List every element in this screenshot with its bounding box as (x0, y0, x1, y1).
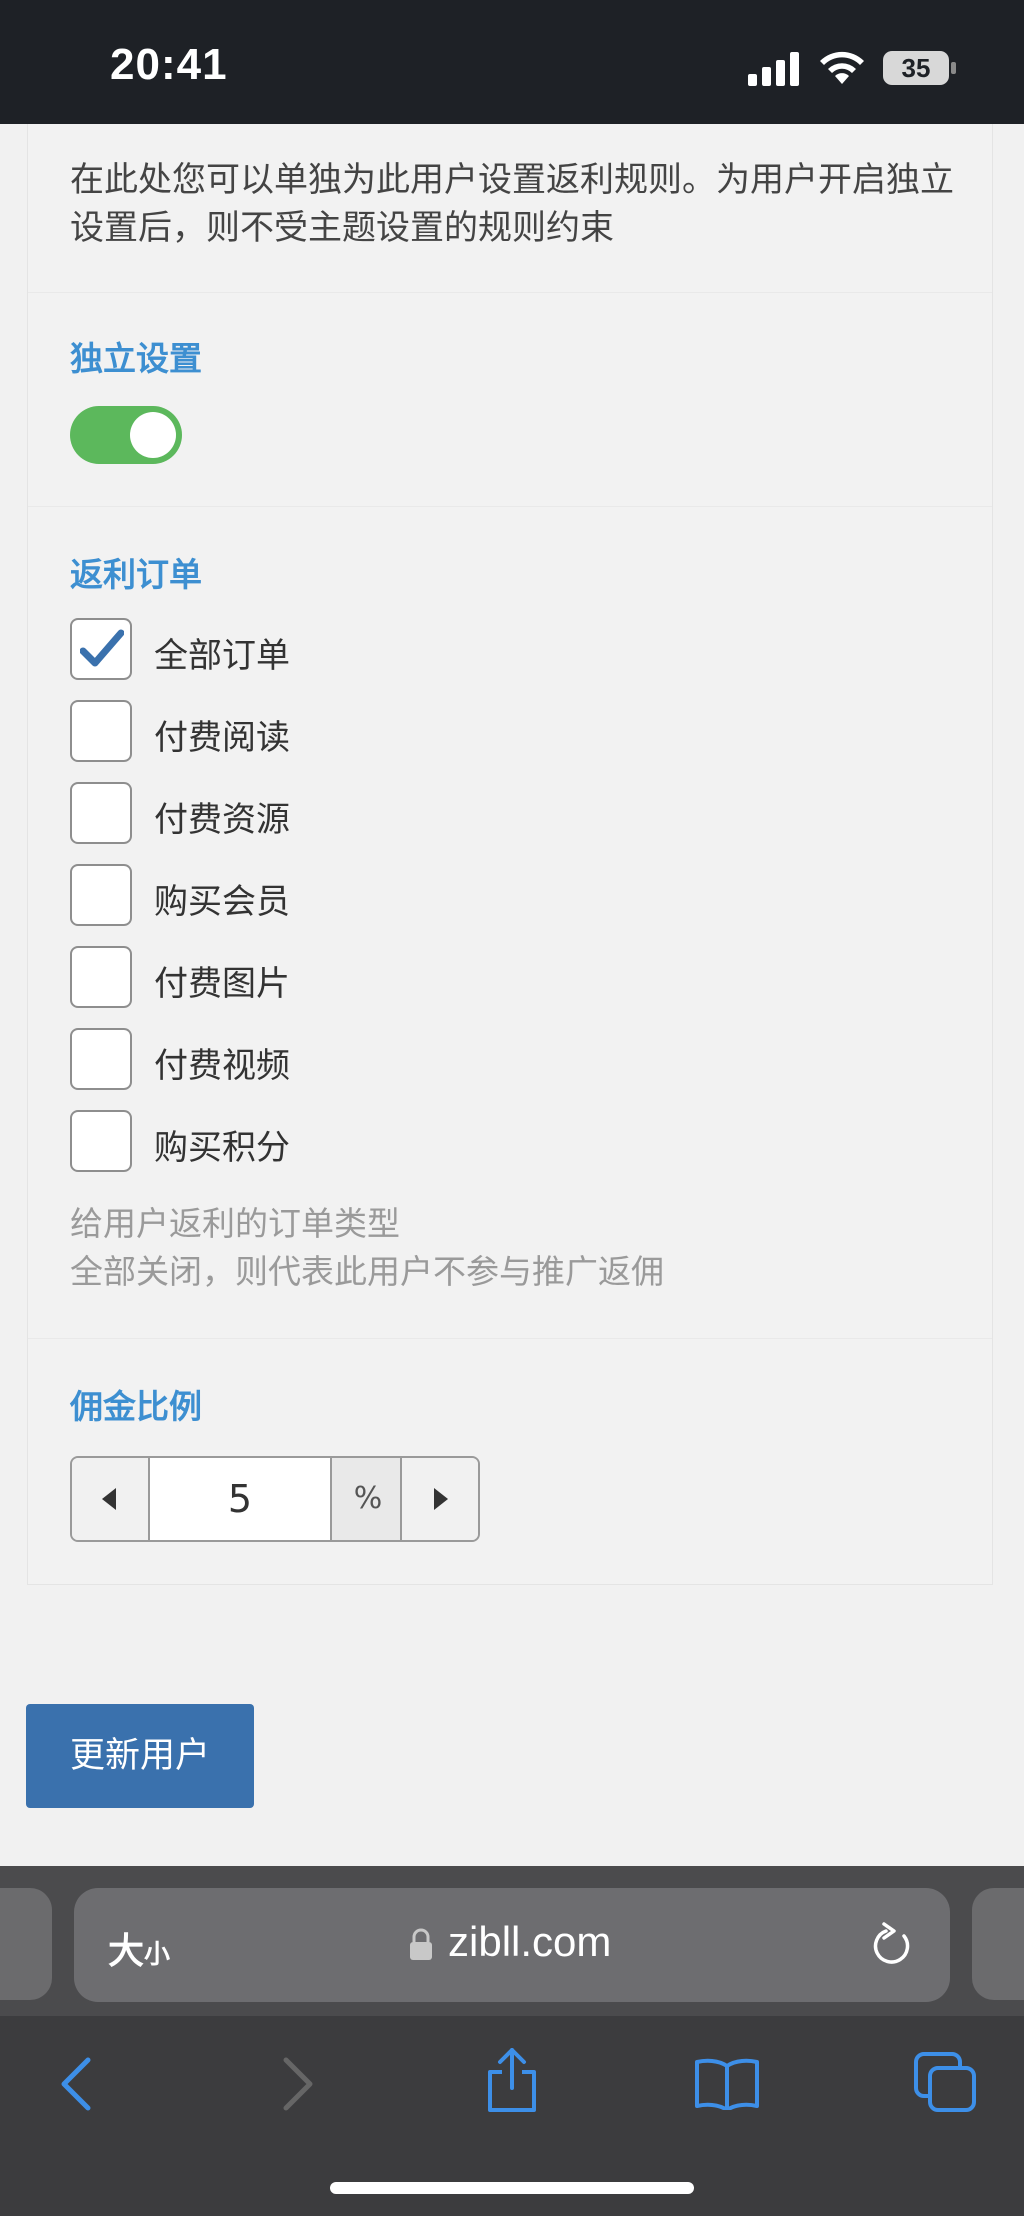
decrement-button[interactable] (72, 1458, 150, 1540)
settings-panel: 在此处您可以单独为此用户设置返利规则。为用户开启独立设置后，则不受主题设置的规则… (27, 124, 993, 1585)
battery-level: 35 (901, 53, 931, 83)
panel-description: 在此处您可以单独为此用户设置返利规则。为用户开启独立设置后，则不受主题设置的规则… (70, 160, 954, 248)
next-tab-peek[interactable] (972, 1888, 1024, 2000)
text-size-button[interactable]: 大小 (108, 1922, 170, 1974)
rebate-orders-row (28, 506, 992, 1339)
lock-icon (410, 1928, 432, 1960)
safari-bottom-bar: 大小 zibll.com (0, 1866, 1024, 2216)
independent-setting-label: 独立设置 (70, 339, 202, 378)
independent-setting-row: 独立设置 (28, 292, 992, 507)
commission-ratio-input[interactable]: 5 (150, 1458, 332, 1540)
address-bar-area: 大小 zibll.com (0, 1866, 1024, 2016)
status-bar: 20:41 35 (0, 0, 1024, 124)
forward-icon[interactable] (278, 2056, 318, 2112)
home-indicator (330, 2182, 694, 2194)
text-size-small: 小 (144, 1940, 171, 1970)
text-size-large: 大 (108, 1931, 145, 1972)
share-icon[interactable] (484, 2048, 540, 2114)
percent-unit: % (353, 1481, 383, 1516)
battery-icon: 35 (882, 50, 958, 86)
description-row: 在此处您可以单独为此用户设置返利规则。为用户开启独立设置后，则不受主题设置的规则… (28, 124, 992, 293)
back-icon[interactable] (56, 2056, 96, 2112)
reload-icon[interactable] (870, 1922, 914, 1968)
independent-setting-toggle[interactable] (70, 406, 182, 464)
triangle-left-icon (102, 1488, 116, 1510)
bookmarks-icon[interactable] (694, 2056, 760, 2110)
toggle-knob (130, 412, 176, 458)
triangle-right-icon (434, 1488, 448, 1510)
increment-button[interactable] (400, 1458, 478, 1540)
status-time: 20:41 (110, 40, 228, 89)
update-user-button[interactable]: 更新用户 (26, 1704, 254, 1808)
commission-ratio-label: 佣金比例 (70, 1387, 202, 1426)
domain-text: zibll.com (448, 1918, 612, 1965)
address-bar[interactable]: 大小 zibll.com (74, 1888, 950, 2002)
previous-tab-peek[interactable] (0, 1888, 52, 2000)
cellular-signal-icon (748, 52, 799, 86)
tabs-icon[interactable] (914, 2052, 976, 2112)
wifi-icon (820, 51, 864, 84)
commission-ratio-stepper: 5 % (70, 1456, 480, 1542)
